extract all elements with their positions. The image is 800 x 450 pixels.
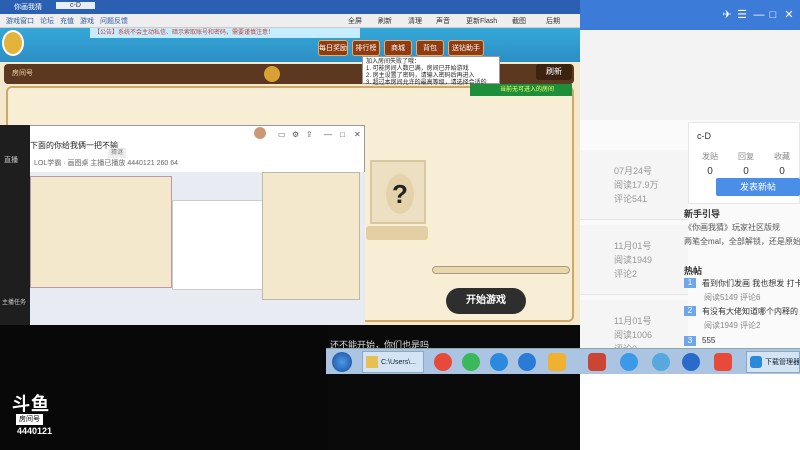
folder-icon xyxy=(366,356,378,368)
game-menubar: 游戏窗口 论坛 充值 游戏 问题反馈 全屏 刷新 清理 声音 更新Flash 截… xyxy=(0,14,580,28)
post-comments: 评论541 xyxy=(614,194,648,204)
list-item[interactable]: 11月01号 阅读1949 评论2 xyxy=(580,225,688,295)
bird-icon[interactable] xyxy=(620,353,638,371)
room-number: 4440121 xyxy=(17,426,53,436)
ranking-button[interactable]: 排行榜 xyxy=(352,40,380,56)
coin-icon xyxy=(264,66,280,82)
room-label: 房间号 xyxy=(16,414,43,425)
guide-title: 新手引导 xyxy=(684,209,721,219)
post-views: 阅读1949 xyxy=(614,255,653,265)
room-card-base xyxy=(366,226,428,240)
window-tab[interactable]: 你画我猜 xyxy=(14,2,42,12)
background-browser-window: ✈ ☰ — □ ✕ 07月24号 阅读17.9万 评论541 11月01号 阅读… xyxy=(580,0,800,450)
window-tab-2[interactable]: c-D xyxy=(56,2,95,9)
stat-replies: 回复 0 xyxy=(738,152,754,177)
minimize-icon[interactable]: — xyxy=(752,8,766,22)
nested-web-view xyxy=(172,200,264,290)
bag-button[interactable]: 背包 xyxy=(416,40,444,56)
menu-item[interactable]: 游戏 xyxy=(80,16,94,26)
stream-meta: LOL学霸 · 画图桌 主播已播放 4440121 260 64 xyxy=(34,160,179,167)
post-date: 07月24号 xyxy=(614,166,653,176)
room-card[interactable]: ? xyxy=(370,160,426,224)
room-tip: 当前无可进入的房间 xyxy=(470,84,572,96)
close-icon[interactable]: ✕ xyxy=(782,8,796,22)
minimize-icon[interactable]: — xyxy=(324,130,332,139)
green-app-icon[interactable] xyxy=(462,353,480,371)
flash-button[interactable]: 更新Flash xyxy=(466,16,497,26)
new-post-button[interactable]: 发表新帖 xyxy=(716,178,800,196)
sound-button[interactable]: 声音 xyxy=(436,16,450,26)
screenshot-button[interactable]: 截图 xyxy=(512,16,526,26)
g-app-icon[interactable] xyxy=(588,353,606,371)
list-item[interactable]: 07月24号 阅读17.9万 评论541 xyxy=(580,150,688,220)
gift-helper-button[interactable]: 送钻助手 xyxy=(448,40,484,56)
browser-blank-area xyxy=(580,30,800,120)
stat-posts: 发贴 0 xyxy=(702,152,718,177)
chat-icon[interactable]: ▭ xyxy=(278,130,286,139)
username: c-D xyxy=(697,131,711,141)
fullscreen-button[interactable]: 全屏 xyxy=(348,16,362,26)
nested-game-view-2 xyxy=(262,172,360,300)
chrome-icon[interactable] xyxy=(434,353,452,371)
download-icon xyxy=(750,356,762,368)
app-icon[interactable] xyxy=(548,353,566,371)
menu-item[interactable]: 问题反馈 xyxy=(100,16,128,26)
guide-text: 两笔全mal，全部解锁，还是原始 xyxy=(684,237,800,246)
douyu-logo: 斗鱼 xyxy=(12,394,50,414)
announcement: 【公告】系统不会主动私信、暗示索取账号和密码，需要谨慎注意！ xyxy=(90,28,360,38)
hot-title: 热帖 xyxy=(684,266,703,276)
post-date: 11月01号 xyxy=(614,241,652,251)
sidebar-item-live[interactable]: 直播 xyxy=(4,155,18,165)
stream-sidebar: 直播 主播任务 xyxy=(0,125,30,325)
ie-icon[interactable] xyxy=(682,353,700,371)
refresh-button[interactable]: 刷新 xyxy=(378,16,392,26)
menu-item[interactable]: 充值 xyxy=(60,16,74,26)
network-icon[interactable] xyxy=(652,353,670,371)
stat-favorites: 收藏 0 xyxy=(774,152,790,177)
taskbar-explorer[interactable]: C:\Users\... xyxy=(362,351,424,373)
daily-reward-button[interactable]: 每日奖励 xyxy=(318,40,348,56)
maximize-icon[interactable]: □ xyxy=(766,8,780,22)
settings-button[interactable]: 后期 xyxy=(546,16,560,26)
settings-icon[interactable]: ⚙ xyxy=(292,130,299,139)
nested-game-view xyxy=(30,176,172,288)
taskbar-downloader[interactable]: 下载管理器 xyxy=(746,351,800,373)
volume-slider[interactable] xyxy=(432,266,570,274)
avatar[interactable] xyxy=(2,30,24,56)
sidebar-item-task[interactable]: 主播任务 xyxy=(2,297,26,306)
join-failed-popup: 加入房间失败了哦： 1. 可能房间人数已满，房间已开始游戏 2. 房主设置了密码… xyxy=(362,56,500,86)
post-comments: 评论2 xyxy=(614,269,638,279)
post-views: 阅读1006 xyxy=(614,330,653,340)
lobby-refresh-button[interactable]: 刷新 xyxy=(536,64,572,80)
start-button[interactable] xyxy=(332,352,352,372)
guide-link[interactable]: 《你画我猜》玩家社区版规 xyxy=(684,222,780,233)
start-game-button[interactable]: 开始游戏 xyxy=(446,288,526,314)
taskbar: C:\Users\... 下载管理器 xyxy=(326,348,800,374)
k-app-icon[interactable] xyxy=(518,353,536,371)
menu-item[interactable]: 论坛 xyxy=(40,16,54,26)
browser-titlebar: ✈ ☰ — □ ✕ xyxy=(580,0,800,30)
question-icon: ? xyxy=(386,174,414,214)
stream-tag[interactable]: 猜谜 xyxy=(108,148,127,158)
share-icon[interactable]: ⇪ xyxy=(306,130,313,139)
flash-icon[interactable] xyxy=(714,353,732,371)
maximize-icon[interactable]: □ xyxy=(340,130,345,139)
clean-button[interactable]: 清理 xyxy=(408,16,422,26)
post-date: 11月01号 xyxy=(614,316,652,326)
streamer-avatar[interactable] xyxy=(254,127,266,139)
game-titlebar: 你画我猜 c-D xyxy=(0,0,580,14)
menu-item[interactable]: 游戏窗口 xyxy=(6,16,34,26)
post-views: 阅读17.9万 xyxy=(614,180,659,190)
bird-icon[interactable]: ✈ xyxy=(720,8,734,22)
shop-button[interactable]: 商城 xyxy=(384,40,412,56)
close-icon[interactable]: ✕ xyxy=(354,130,361,139)
grid-icon[interactable]: ☰ xyxy=(735,8,749,22)
stream-title: 下面的你给我俩一把不输 xyxy=(30,141,118,150)
browser-icon[interactable] xyxy=(490,353,508,371)
